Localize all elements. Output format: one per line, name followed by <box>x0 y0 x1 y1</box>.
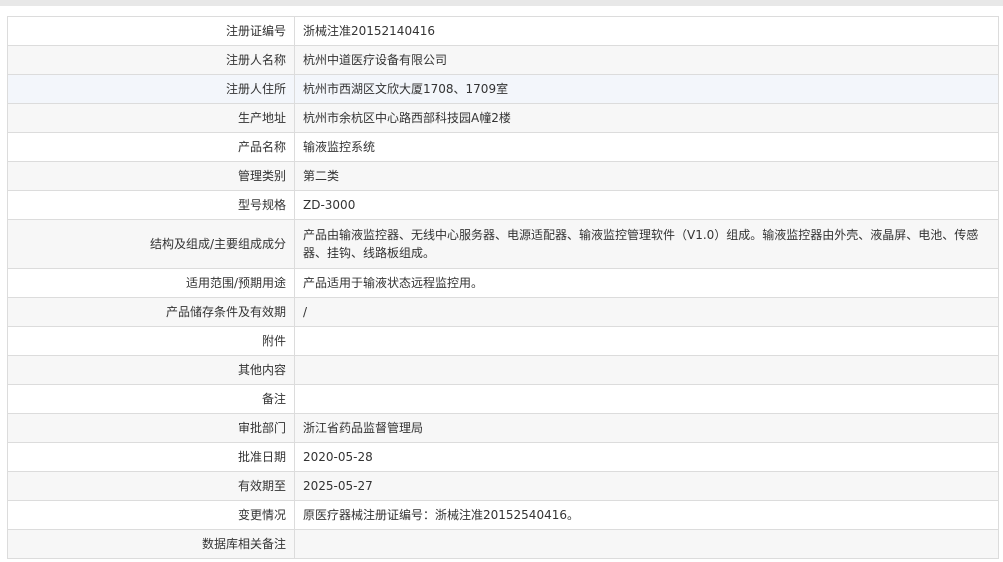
field-value: 产品适用于输液状态远程监控用。 <box>294 268 999 298</box>
field-value: 2020-05-28 <box>294 442 999 472</box>
row-registrant-name: 注册人名称 杭州中道医疗设备有限公司 <box>7 45 999 75</box>
row-model-spec: 型号规格 ZD-3000 <box>7 190 999 220</box>
row-approval-date: 批准日期 2020-05-28 <box>7 442 999 472</box>
row-remarks: 备注 <box>7 384 999 414</box>
row-storage-validity: 产品储存条件及有效期 / <box>7 297 999 327</box>
field-value: 浙械注准20152140416 <box>294 16 999 46</box>
field-value: 杭州中道医疗设备有限公司 <box>294 45 999 75</box>
field-value: 杭州市西湖区文欣大厦1708、1709室 <box>294 74 999 104</box>
field-label: 批准日期 <box>7 442 295 472</box>
field-value: 2025-05-27 <box>294 471 999 501</box>
registration-detail-table: 注册证编号 浙械注准20152140416 注册人名称 杭州中道医疗设备有限公司… <box>7 16 999 559</box>
field-label: 管理类别 <box>7 161 295 191</box>
field-label: 变更情况 <box>7 500 295 530</box>
field-label: 产品储存条件及有效期 <box>7 297 295 327</box>
field-value: 杭州市余杭区中心路西部科技园A幢2楼 <box>294 103 999 133</box>
field-label: 备注 <box>7 384 295 414</box>
row-registrant-address: 注册人住所 杭州市西湖区文欣大厦1708、1709室 <box>7 74 999 104</box>
row-management-category: 管理类别 第二类 <box>7 161 999 191</box>
field-label: 型号规格 <box>7 190 295 220</box>
row-production-address: 生产地址 杭州市余杭区中心路西部科技园A幢2楼 <box>7 103 999 133</box>
field-label: 适用范围/预期用途 <box>7 268 295 298</box>
row-other-content: 其他内容 <box>7 355 999 385</box>
field-value <box>294 529 999 559</box>
field-label: 注册人住所 <box>7 74 295 104</box>
field-label: 其他内容 <box>7 355 295 385</box>
field-value <box>294 384 999 414</box>
field-label: 数据库相关备注 <box>7 529 295 559</box>
field-label: 附件 <box>7 326 295 356</box>
field-value <box>294 326 999 356</box>
row-structure-composition: 结构及组成/主要组成成分 产品由输液监控器、无线中心服务器、电源适配器、输液监控… <box>7 219 999 269</box>
row-database-remarks: 数据库相关备注 <box>7 529 999 559</box>
field-value: 原医疗器械注册证编号：浙械注准20152540416。 <box>294 500 999 530</box>
row-approval-department: 审批部门 浙江省药品监督管理局 <box>7 413 999 443</box>
field-label: 产品名称 <box>7 132 295 162</box>
field-value: / <box>294 297 999 327</box>
field-value: 产品由输液监控器、无线中心服务器、电源适配器、输液监控管理软件（V1.0）组成。… <box>294 219 999 269</box>
field-label: 注册证编号 <box>7 16 295 46</box>
row-product-name: 产品名称 输液监控系统 <box>7 132 999 162</box>
row-attachments: 附件 <box>7 326 999 356</box>
field-value: ZD-3000 <box>294 190 999 220</box>
row-change-history: 变更情况 原医疗器械注册证编号：浙械注准20152540416。 <box>7 500 999 530</box>
row-valid-until: 有效期至 2025-05-27 <box>7 471 999 501</box>
field-value: 浙江省药品监督管理局 <box>294 413 999 443</box>
row-registration-number: 注册证编号 浙械注准20152140416 <box>7 16 999 46</box>
field-label: 有效期至 <box>7 471 295 501</box>
field-label: 审批部门 <box>7 413 295 443</box>
field-label: 注册人名称 <box>7 45 295 75</box>
top-border-strip <box>0 0 1003 6</box>
field-value <box>294 355 999 385</box>
field-value: 第二类 <box>294 161 999 191</box>
field-value: 输液监控系统 <box>294 132 999 162</box>
field-label: 生产地址 <box>7 103 295 133</box>
field-label: 结构及组成/主要组成成分 <box>7 219 295 269</box>
row-intended-use: 适用范围/预期用途 产品适用于输液状态远程监控用。 <box>7 268 999 298</box>
